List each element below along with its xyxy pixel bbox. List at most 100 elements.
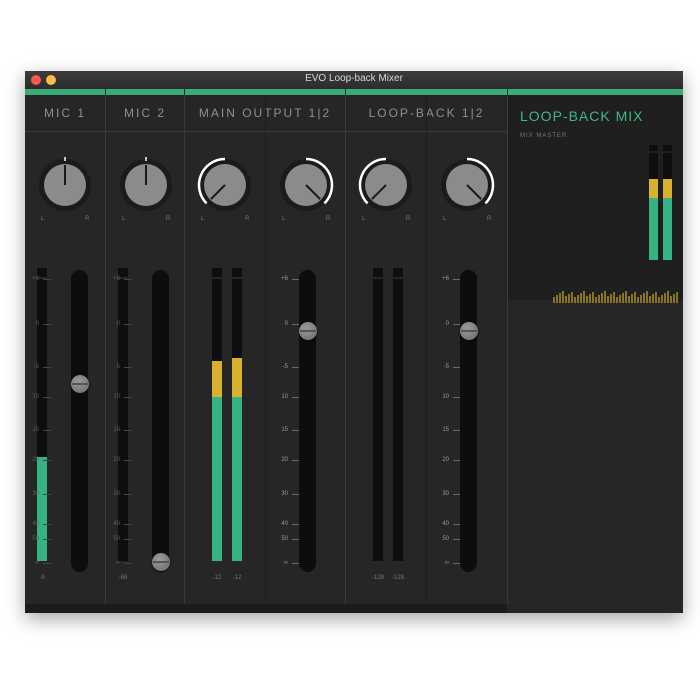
spectrum-bar bbox=[652, 294, 654, 303]
fader-track[interactable] bbox=[152, 270, 169, 572]
fader-track[interactable] bbox=[460, 270, 477, 572]
fader-scale: +6 0 -5 10 15 20 30 40 50 ∞ bbox=[25, 270, 51, 572]
scale-tick-mark bbox=[124, 396, 132, 398]
scale-tick: 10 bbox=[270, 392, 300, 402]
scale-tick: 40 bbox=[102, 519, 132, 529]
scale-tick: 20 bbox=[25, 455, 51, 465]
scale-tick-label: 40 bbox=[281, 520, 288, 527]
scale-tick-label: 10 bbox=[281, 393, 288, 400]
scale-tick: -5 bbox=[102, 362, 132, 372]
spectrum-bar bbox=[589, 294, 591, 303]
scale-tick-label: 30 bbox=[32, 490, 39, 497]
pan-knob[interactable] bbox=[35, 155, 95, 215]
pan-knob[interactable] bbox=[356, 155, 416, 215]
scale-tick: -5 bbox=[25, 362, 51, 372]
scale-tick-mark bbox=[43, 562, 51, 564]
spectrum-bar bbox=[634, 292, 636, 303]
pan-left-label: L bbox=[443, 216, 447, 222]
spectrum-bar bbox=[640, 295, 642, 303]
meter-level-fill bbox=[649, 197, 658, 260]
strip-divider bbox=[265, 95, 266, 604]
fader-scale: +6 0 -5 10 15 20 30 40 50 ∞ bbox=[431, 270, 461, 572]
pan-right-label: R bbox=[487, 216, 492, 222]
scale-tick: 0 bbox=[270, 319, 300, 329]
scale-tick-label: +6 bbox=[442, 276, 449, 283]
channel-label: MIC 1 bbox=[43, 106, 86, 120]
spectrum-strip bbox=[553, 285, 683, 303]
fader-scale: +6 0 -5 10 15 20 30 40 50 ∞ bbox=[270, 270, 300, 572]
fader-thumb[interactable] bbox=[152, 553, 170, 571]
pan-left-label: L bbox=[41, 216, 45, 222]
scale-tick-mark bbox=[43, 460, 51, 462]
scale-tick-label: 50 bbox=[281, 535, 288, 542]
spectrum-bar bbox=[625, 291, 627, 303]
scale-tick: 10 bbox=[431, 392, 461, 402]
pan-knob[interactable] bbox=[276, 155, 336, 215]
scale-tick-mark bbox=[43, 324, 51, 326]
scale-tick-label: 40 bbox=[32, 520, 39, 527]
scale-tick-mark bbox=[43, 430, 51, 432]
scale-tick-label: -5 bbox=[33, 363, 39, 370]
scale-tick: 0 bbox=[102, 319, 132, 329]
scale-tick: 0 bbox=[25, 319, 51, 329]
scale-tick-label: 0 bbox=[116, 321, 120, 328]
scale-tick-label: 30 bbox=[113, 490, 120, 497]
spectrum-bar bbox=[670, 296, 672, 303]
pan-knob[interactable] bbox=[195, 155, 255, 215]
scale-tick-mark bbox=[124, 523, 132, 525]
scale-tick-label: 40 bbox=[113, 520, 120, 527]
spectrum-bar bbox=[598, 295, 600, 303]
scale-tick-mark bbox=[43, 366, 51, 368]
title-bar: EVO Loop-back Mixer bbox=[25, 71, 683, 90]
channel-label: MIC 2 bbox=[123, 106, 166, 120]
pan-right-label: R bbox=[166, 216, 171, 222]
pan-knob[interactable] bbox=[116, 155, 176, 215]
scale-tick: 30 bbox=[431, 489, 461, 499]
spectrum-bar bbox=[595, 297, 597, 303]
spectrum-bar bbox=[613, 292, 615, 303]
scale-tick-label: 20 bbox=[113, 457, 120, 464]
scale-tick-label: 0 bbox=[445, 321, 449, 328]
spectrum-bar bbox=[601, 293, 603, 303]
pan-knob[interactable] bbox=[437, 155, 497, 215]
scale-tick-label: ∞ bbox=[34, 559, 39, 566]
meter-cap bbox=[232, 268, 242, 277]
scale-tick-label: ∞ bbox=[444, 559, 449, 566]
scale-tick-label: 20 bbox=[442, 457, 449, 464]
scale-tick-label: 0 bbox=[284, 321, 288, 328]
spectrum-bar bbox=[658, 297, 660, 303]
fader-thumb[interactable] bbox=[299, 321, 317, 340]
meter-level-fill bbox=[232, 397, 242, 561]
meter-cap bbox=[663, 145, 672, 151]
scale-tick-label: 15 bbox=[442, 427, 449, 434]
spectrum-bar bbox=[571, 292, 573, 303]
fader-track[interactable] bbox=[71, 270, 88, 572]
scale-tick-label: 10 bbox=[113, 393, 120, 400]
scale-tick-label: 20 bbox=[32, 457, 39, 464]
scale-tick: ∞ bbox=[102, 558, 132, 568]
scale-tick: ∞ bbox=[431, 558, 461, 568]
spectrum-bar bbox=[655, 292, 657, 303]
pan-left-label: L bbox=[362, 216, 366, 222]
scale-tick-label: -5 bbox=[443, 363, 449, 370]
spectrum-bar bbox=[631, 294, 633, 303]
mixer-window: EVO Loop-back Mixer MIC 1 MIC 2 MAIN OUT… bbox=[25, 71, 683, 613]
scale-tick-label: ∞ bbox=[283, 559, 288, 566]
scale-tick-label: 50 bbox=[113, 535, 120, 542]
fader-track[interactable] bbox=[299, 270, 316, 572]
scale-tick-label: 20 bbox=[281, 457, 288, 464]
scale-tick-mark bbox=[124, 493, 132, 495]
scale-tick-mark bbox=[43, 493, 51, 495]
scale-tick: 30 bbox=[102, 489, 132, 499]
channel-header: MIC 1 bbox=[25, 95, 105, 132]
meter-cap bbox=[212, 268, 222, 277]
fader-thumb[interactable] bbox=[460, 321, 478, 340]
status-bar bbox=[25, 604, 507, 613]
spectrum-bar bbox=[664, 293, 666, 303]
scale-tick-label: 30 bbox=[442, 490, 449, 497]
scale-tick: -5 bbox=[270, 362, 300, 372]
scale-tick: 40 bbox=[270, 519, 300, 529]
meter-cap bbox=[649, 145, 658, 151]
level-readout: -12 bbox=[232, 575, 242, 581]
spectrum-bar bbox=[622, 293, 624, 303]
